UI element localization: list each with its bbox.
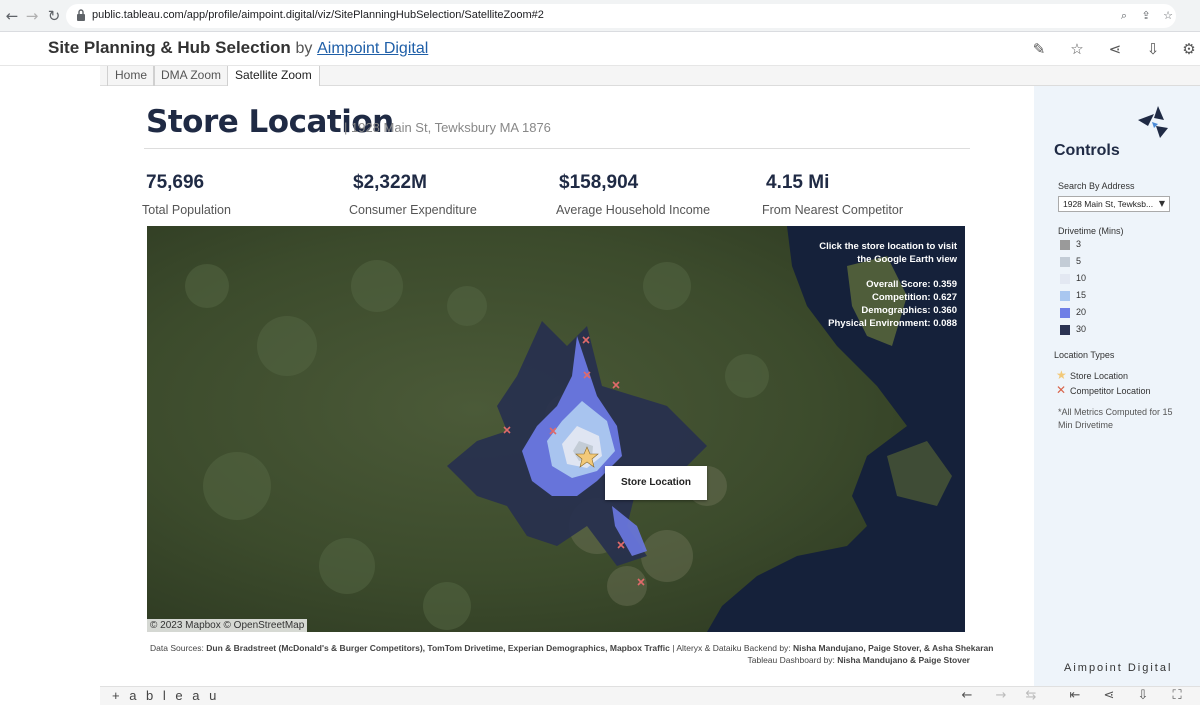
star-icon: ★	[1056, 368, 1067, 382]
zoom-icon[interactable]: ⌕	[1116, 8, 1132, 24]
url-text: public.tableau.com/app/profile/aimpoint.…	[92, 9, 544, 21]
kpi-population-label: Total Population	[142, 203, 231, 217]
tab-dma-zoom[interactable]: DMA Zoom	[153, 66, 230, 86]
download-icon[interactable]: ⇩	[1134, 687, 1152, 705]
kpi-income-label: Average Household Income	[556, 203, 711, 217]
share-icon[interactable]: ⋖	[1104, 38, 1126, 60]
aimpoint-logo-icon	[1138, 106, 1168, 138]
legend-label: 10	[1076, 273, 1087, 283]
drivetime-label: Drivetime (Mins)	[1058, 226, 1124, 236]
lock-icon	[77, 9, 85, 21]
physical-environment-score: Physical Environment: 0.088	[828, 318, 957, 329]
controls-panel: Controls Search By Address 1928 Main St,…	[1034, 86, 1200, 686]
forward-icon[interactable]: →	[22, 6, 42, 26]
kpi-population-value: 75,696	[146, 172, 205, 193]
legend-swatch	[1060, 325, 1070, 335]
download-icon[interactable]: ⇩	[1142, 38, 1164, 60]
legend-label: 15	[1076, 290, 1087, 300]
viz-toolbar: + a b l e a u ← → ⇆ ⇤ ⋖ ⇩ ⛶	[100, 686, 1200, 705]
backend-authors: Nisha Mandujano, Paige Stover, & Asha Sh…	[793, 643, 994, 653]
legend-competitor-location[interactable]: ✕ Competitor Location	[1056, 383, 1151, 397]
map-attribution[interactable]: © 2023 Mapbox © OpenStreetMap	[147, 619, 308, 632]
settings-icon[interactable]: ⚙	[1178, 38, 1200, 60]
store-location-tooltip: Store Location	[605, 466, 707, 500]
legend-store-location[interactable]: ★ Store Location	[1056, 368, 1128, 382]
share-icon[interactable]: ⋖	[1100, 687, 1118, 705]
share-icon[interactable]: ⇪	[1138, 8, 1154, 24]
backend-prefix: | Alteryx & Dataiku Backend by:	[669, 643, 794, 653]
sheet-tabs: Home DMA Zoom Satellite Zoom	[100, 66, 1200, 87]
viz-title: Site Planning & Hub Selection by Aimpoin…	[48, 38, 428, 58]
viz-by-text: by	[295, 40, 313, 57]
legend-swatch	[1060, 308, 1070, 318]
dashboard-prefix: Tableau Dashboard by:	[747, 655, 838, 665]
redo-icon[interactable]: →	[992, 687, 1010, 705]
legend-label: 30	[1076, 324, 1087, 334]
address-bar[interactable]: public.tableau.com/app/profile/aimpoint.…	[66, 4, 1176, 28]
kpi-expenditure-label: Consumer Expenditure	[349, 203, 477, 217]
cross-icon: ✕	[1056, 383, 1067, 397]
data-sources-prefix: Data Sources:	[150, 643, 207, 653]
address-dropdown[interactable]: 1928 Main St, Tewksb... ▼	[1058, 196, 1170, 212]
map-score-panel: Click the store location to visit the Go…	[819, 240, 957, 330]
metrics-note: *All Metrics Computed for 15 Min Driveti…	[1058, 407, 1173, 430]
brand-wordmark: Aimpoint Digital	[1064, 662, 1173, 674]
divider	[144, 148, 970, 149]
favorite-star-icon[interactable]: ☆	[1066, 38, 1088, 60]
kpi-distance-value: 4.15 Mi	[766, 172, 830, 193]
legend-label: 3	[1076, 239, 1082, 249]
author-link[interactable]: Aimpoint Digital	[317, 40, 428, 57]
reload-icon[interactable]: ↻	[44, 6, 64, 26]
tab-satellite-zoom[interactable]: Satellite Zoom	[227, 66, 320, 87]
edit-icon[interactable]: ✎	[1028, 38, 1050, 60]
map-hint-line2: the Google Earth view	[857, 254, 957, 265]
demographics-score: Demographics: 0.360	[861, 305, 957, 316]
competition-score: Competition: 0.627	[872, 292, 957, 303]
back-icon[interactable]: ←	[2, 6, 22, 26]
data-sources-footer: Data Sources: Dun & Bradstreet (McDonald…	[150, 642, 993, 666]
revert-icon[interactable]: ⇆	[1022, 687, 1040, 705]
competitor-location-label: Competitor Location	[1070, 386, 1151, 396]
tab-home[interactable]: Home	[107, 66, 156, 86]
location-types-label: Location Types	[1054, 350, 1115, 360]
kpi-distance-label: From Nearest Competitor	[762, 203, 904, 217]
fullscreen-icon[interactable]: ⛶	[1168, 687, 1186, 705]
controls-title: Controls	[1054, 142, 1120, 159]
overall-score: Overall Score: 0.359	[866, 279, 957, 290]
viz-title-text: Site Planning & Hub Selection	[48, 38, 291, 57]
chevron-down-icon: ▼	[1158, 199, 1165, 208]
store-location-label: Store Location	[1070, 371, 1129, 381]
viz-header: Site Planning & Hub Selection by Aimpoin…	[0, 32, 1200, 66]
store-address: | 1928 Main St, Tewksbury MA 1876	[344, 120, 551, 135]
undo-icon[interactable]: ←	[958, 687, 976, 705]
tableau-logo[interactable]: + a b l e a u	[112, 688, 219, 703]
search-label: Search By Address	[1058, 181, 1135, 191]
bookmark-star-icon[interactable]: ☆	[1160, 8, 1176, 24]
legend-swatch	[1060, 240, 1070, 250]
dashboard: Store Location | 1928 Main St, Tewksbury…	[100, 86, 1200, 686]
legend-swatch	[1060, 291, 1070, 301]
data-sources-list: Dun & Bradstreet (McDonald's & Burger Co…	[206, 643, 670, 653]
dashboard-authors: Nisha Mandujano & Paige Stover	[837, 655, 970, 665]
legend-swatch	[1060, 274, 1070, 284]
kpi-income-value: $158,904	[559, 172, 639, 193]
address-dropdown-value: 1928 Main St, Tewksb...	[1063, 199, 1154, 209]
satellite-map[interactable]: Click the store location to visit the Go…	[147, 226, 965, 632]
map-hint-line1: Click the store location to visit	[819, 241, 957, 252]
legend-label: 5	[1076, 256, 1082, 266]
legend-label: 20	[1076, 307, 1087, 317]
legend-swatch	[1060, 257, 1070, 267]
kpi-expenditure-value: $2,322M	[353, 172, 427, 193]
browser-toolbar: ← → ↻ public.tableau.com/app/profile/aim…	[0, 0, 1200, 32]
revert-all-icon[interactable]: ⇤	[1066, 687, 1084, 705]
